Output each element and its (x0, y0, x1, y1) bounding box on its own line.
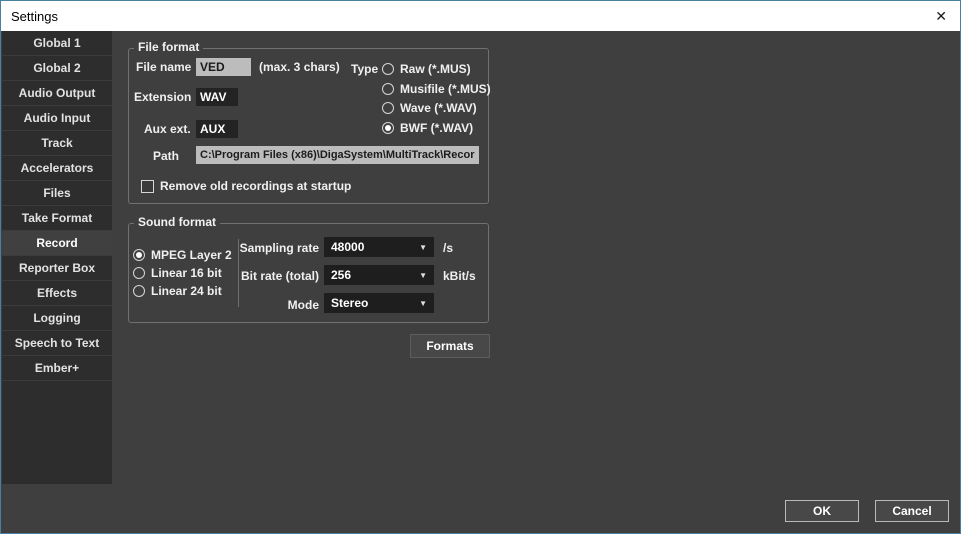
file-name-input[interactable] (196, 58, 251, 76)
radio-icon (133, 285, 145, 297)
sidebar-item-speech-to-text[interactable]: Speech to Text (2, 331, 112, 356)
radio-label: Musifile (*.MUS) (400, 82, 491, 96)
chevron-down-icon: ▼ (419, 299, 427, 308)
path-label: Path (153, 149, 179, 163)
bit-rate-value: 256 (331, 268, 351, 282)
radio-label: Raw (*.MUS) (400, 62, 471, 76)
sound-format-legend: Sound format (134, 216, 220, 229)
sampling-rate-value: 48000 (331, 240, 364, 254)
radio-selected-icon (382, 122, 394, 134)
bit-rate-dropdown[interactable]: 256 ▼ (324, 265, 434, 285)
radio-wave[interactable]: Wave (*.WAV) (382, 100, 477, 116)
sidebar-item-ember[interactable]: Ember+ (2, 356, 112, 381)
bit-rate-label: Bit rate (total) (231, 269, 319, 283)
file-format-legend: File format (134, 41, 203, 54)
path-input[interactable] (196, 146, 479, 164)
checkbox-label: Remove old recordings at startup (160, 179, 351, 193)
bit-rate-unit: kBit/s (443, 269, 476, 283)
radio-icon (382, 83, 394, 95)
sidebar-item-audio-input[interactable]: Audio Input (2, 106, 112, 131)
remove-old-recordings-checkbox[interactable]: Remove old recordings at startup (141, 178, 351, 194)
type-label: Type (351, 62, 378, 76)
checkbox-icon (141, 180, 154, 193)
radio-raw[interactable]: Raw (*.MUS) (382, 61, 471, 77)
window-title: Settings (11, 9, 58, 24)
radio-icon (382, 102, 394, 114)
sidebar-item-accelerators[interactable]: Accelerators (2, 156, 112, 181)
sidebar: Global 1 Global 2 Audio Output Audio Inp… (2, 31, 112, 484)
close-icon[interactable]: ✕ (935, 8, 947, 24)
aux-ext-input[interactable] (196, 120, 238, 138)
chevron-down-icon: ▼ (419, 271, 427, 280)
ok-button[interactable]: OK (785, 500, 859, 522)
sampling-rate-unit: /s (443, 241, 453, 255)
radio-label: BWF (*.WAV) (400, 121, 473, 135)
mode-label: Mode (231, 298, 319, 312)
settings-window: Settings ✕ Global 1 Global 2 Audio Outpu… (0, 0, 961, 534)
radio-bwf[interactable]: BWF (*.WAV) (382, 120, 473, 136)
mode-value: Stereo (331, 296, 368, 310)
radio-linear-24-bit[interactable]: Linear 24 bit (133, 283, 222, 299)
sidebar-item-record[interactable]: Record (2, 231, 112, 256)
sidebar-item-files[interactable]: Files (2, 181, 112, 206)
sampling-rate-label: Sampling rate (231, 241, 319, 255)
titlebar: Settings ✕ (1, 1, 960, 31)
radio-icon (133, 267, 145, 279)
sidebar-item-track[interactable]: Track (2, 131, 112, 156)
cancel-button[interactable]: Cancel (875, 500, 949, 522)
sidebar-item-global-2[interactable]: Global 2 (2, 56, 112, 81)
file-name-hint: (max. 3 chars) (259, 60, 340, 74)
formats-button[interactable]: Formats (410, 334, 490, 358)
radio-selected-icon (133, 249, 145, 261)
sidebar-item-logging[interactable]: Logging (2, 306, 112, 331)
radio-icon (382, 63, 394, 75)
radio-mpeg-layer-2[interactable]: MPEG Layer 2 (133, 247, 232, 263)
sidebar-item-take-format[interactable]: Take Format (2, 206, 112, 231)
radio-label: Linear 16 bit (151, 266, 222, 280)
radio-linear-16-bit[interactable]: Linear 16 bit (133, 265, 222, 281)
radio-musifile[interactable]: Musifile (*.MUS) (382, 81, 491, 97)
sidebar-item-global-1[interactable]: Global 1 (2, 31, 112, 56)
sidebar-item-effects[interactable]: Effects (2, 281, 112, 306)
chevron-down-icon: ▼ (419, 243, 427, 252)
extension-input[interactable] (196, 88, 238, 106)
radio-label: Wave (*.WAV) (400, 101, 477, 115)
radio-label: MPEG Layer 2 (151, 248, 232, 262)
mode-dropdown[interactable]: Stereo ▼ (324, 293, 434, 313)
sidebar-item-audio-output[interactable]: Audio Output (2, 81, 112, 106)
sidebar-item-reporter-box[interactable]: Reporter Box (2, 256, 112, 281)
file-name-label: File name (136, 60, 191, 74)
aux-ext-label: Aux ext. (144, 122, 191, 136)
sampling-rate-dropdown[interactable]: 48000 ▼ (324, 237, 434, 257)
extension-label: Extension (134, 90, 191, 104)
radio-label: Linear 24 bit (151, 284, 222, 298)
